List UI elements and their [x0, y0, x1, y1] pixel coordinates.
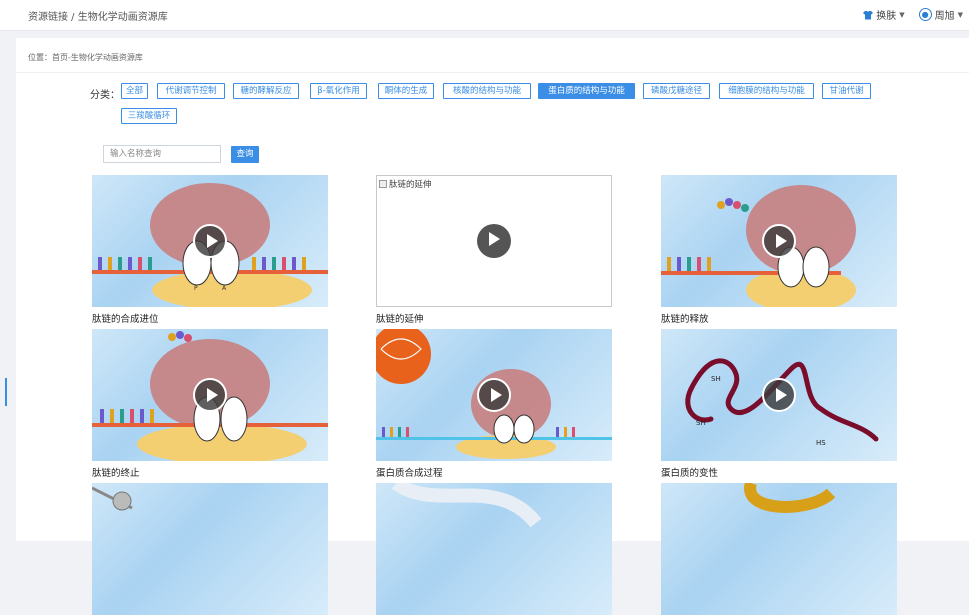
category-tag[interactable]: 糖的酵解反应: [233, 83, 299, 99]
skin-label: 换肤: [876, 11, 897, 22]
video-card[interactable]: [92, 329, 328, 461]
video-thumbnail: [391, 483, 542, 528]
video-thumbnail: [744, 483, 836, 513]
user-menu[interactable]: ● 周旭 ▼: [918, 7, 963, 22]
user-name: 周旭: [934, 11, 955, 22]
video-title[interactable]: 肽链的释放: [661, 311, 709, 325]
search-button[interactable]: 查询: [231, 146, 259, 163]
play-icon[interactable]: [762, 224, 796, 258]
video-card[interactable]: 肽链的延伸: [376, 175, 612, 307]
main-panel: 位置：首页-生物化学动画资源库 分类： 全部 代谢调节控制 糖的酵解反应 β-氧…: [16, 38, 969, 615]
play-icon[interactable]: [762, 378, 796, 412]
video-card[interactable]: SH SH HS: [661, 329, 897, 461]
category-tag[interactable]: β-氧化作用: [310, 83, 367, 99]
category-tag[interactable]: 细胞膜的结构与功能: [719, 83, 814, 99]
video-card[interactable]: [376, 483, 612, 615]
category-tag[interactable]: 三羧酸循环: [121, 108, 177, 124]
top-bar: 资源链接 / 生物化学动画资源库 换肤 ▼ ● 周旭 ▼: [0, 0, 969, 31]
chevron-down-icon: ▼: [957, 10, 963, 19]
category-tag-active[interactable]: 蛋白质的结构与功能: [538, 83, 635, 99]
top-right-menu: 换肤 ▼ ● 周旭 ▼: [863, 7, 963, 22]
category-label: 分类：: [90, 90, 120, 101]
video-title[interactable]: 肽链的延伸: [376, 311, 424, 325]
svg-text:P: P: [194, 285, 198, 292]
divider: [16, 72, 969, 73]
video-title[interactable]: 肽链的合成进位: [92, 311, 159, 325]
skin-switch[interactable]: 换肤 ▼: [863, 7, 905, 22]
category-tag[interactable]: 磷酸戊糖途径: [643, 83, 710, 99]
category-tag-all[interactable]: 全部: [121, 83, 148, 99]
play-icon[interactable]: [193, 224, 227, 258]
broken-image: 肽链的延伸: [379, 178, 432, 190]
svg-text:HS: HS: [816, 439, 826, 447]
play-icon[interactable]: [193, 378, 227, 412]
category-tag[interactable]: 核酸的结构与功能: [443, 83, 531, 99]
chevron-down-icon: ▼: [899, 10, 905, 19]
category-tag[interactable]: 甘油代谢: [822, 83, 871, 99]
svg-text:SH: SH: [696, 419, 706, 427]
video-title[interactable]: 蛋白质合成过程: [376, 465, 443, 479]
video-card[interactable]: [376, 329, 612, 461]
category-tag[interactable]: 代谢调节控制: [157, 83, 225, 99]
shirt-icon: [863, 10, 874, 19]
svg-text:SH: SH: [711, 375, 721, 383]
location-path: 位置：首页-生物化学动画资源库: [28, 53, 143, 62]
video-card[interactable]: [661, 483, 897, 615]
video-title[interactable]: 肽链的终止: [92, 465, 140, 479]
scroll-indicator: [5, 378, 7, 406]
search-input[interactable]: [103, 145, 221, 163]
image-alt-text: 肽链的延伸: [389, 180, 432, 190]
video-card[interactable]: PA: [92, 175, 328, 307]
user-icon: ●: [918, 8, 932, 21]
breadcrumb: 资源链接 / 生物化学动画资源库: [28, 12, 168, 23]
category-tag[interactable]: 酮体的生成: [378, 83, 434, 99]
video-thumbnail: [92, 486, 133, 511]
video-card[interactable]: [92, 483, 328, 615]
broken-image-icon: [379, 180, 387, 188]
play-icon[interactable]: [477, 378, 511, 412]
play-icon[interactable]: [477, 224, 511, 258]
video-card[interactable]: [661, 175, 897, 307]
video-title[interactable]: 蛋白质的变性: [661, 465, 718, 479]
